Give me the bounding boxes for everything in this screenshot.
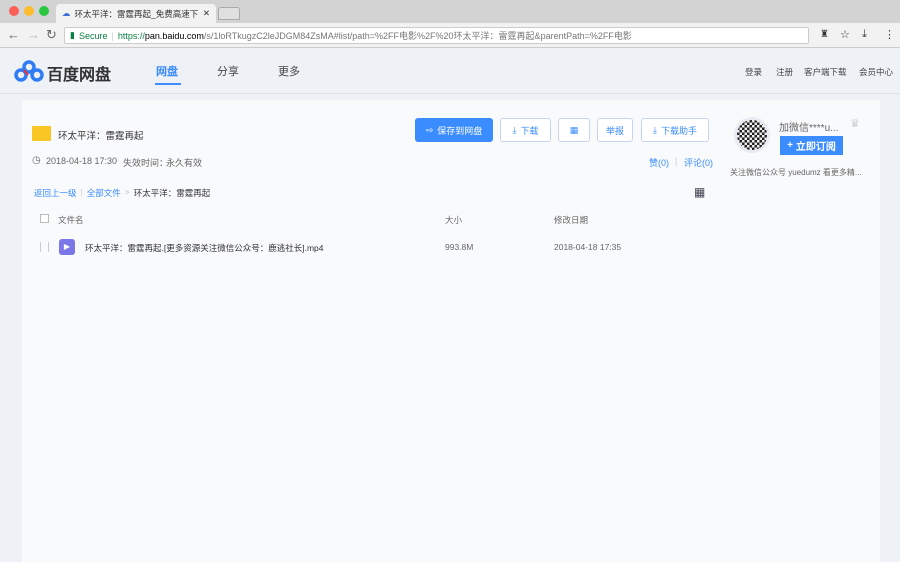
- secure-label: Secure: [79, 31, 108, 41]
- nav-more[interactable]: 更多: [278, 63, 300, 79]
- subscribe-button[interactable]: +立即订阅: [780, 136, 843, 155]
- tab-title: 环太平洋：雷霆再起_免费高速下: [75, 8, 199, 20]
- vip-center-link[interactable]: 会员中心: [859, 66, 893, 78]
- baidu-cloud-icon: ☁: [62, 8, 71, 19]
- login-link[interactable]: 登录: [745, 66, 762, 78]
- qrcode-button[interactable]: ▦: [558, 118, 590, 142]
- url-path: /s/1loRTkugzC2leJDGM84ZsMA#list/path=%2F…: [204, 29, 632, 42]
- new-tab-button[interactable]: [218, 7, 240, 20]
- nav-netdisk[interactable]: 网盘: [156, 63, 178, 79]
- column-header-name[interactable]: 文件名: [58, 214, 84, 226]
- download-icon[interactable]: ⤓: [862, 28, 867, 41]
- reload-icon[interactable]: ↻: [46, 27, 57, 43]
- report-button[interactable]: 举报: [597, 118, 633, 142]
- expire-label: 失效时间：: [123, 156, 168, 169]
- download-icon: ⤓: [513, 125, 517, 136]
- download-label: 下载: [520, 124, 538, 137]
- register-link[interactable]: 注册: [776, 66, 793, 78]
- clock-icon: ◷: [32, 155, 41, 166]
- browser-tab[interactable]: ☁ 环太平洋：雷霆再起_免费高速下 ✕: [56, 4, 216, 23]
- file-name[interactable]: 环太平洋：雷霆再起.[更多资源关注微信公众号：鹿逃社长].mp4: [85, 242, 323, 254]
- save-label: 保存到网盘: [437, 124, 482, 137]
- crown-icon: ♛: [850, 117, 860, 130]
- plus-icon: +: [787, 140, 793, 151]
- column-header-size[interactable]: 大小: [445, 214, 462, 226]
- baidu-logo-icon: [14, 60, 44, 82]
- minimize-window-button[interactable]: [24, 6, 34, 16]
- qrcode-icon: ▦: [570, 125, 579, 136]
- save-icon: ⇨: [426, 125, 434, 136]
- breadcrumb: 返回上一级 | 全部文件 > 环太平洋：雷霆再起: [34, 187, 210, 199]
- forward-icon[interactable]: →: [27, 27, 40, 42]
- video-file-icon: ▶: [59, 239, 75, 255]
- lock-icon: ▮: [70, 30, 75, 41]
- helper-label: 下载助手: [661, 124, 697, 137]
- column-header-date[interactable]: 修改日期: [554, 214, 588, 226]
- subscribe-label: 立即订阅: [796, 138, 836, 153]
- select-all-checkbox[interactable]: [40, 214, 49, 223]
- divider: |: [675, 156, 677, 166]
- file-size: 993.8M: [445, 242, 473, 252]
- menu-icon[interactable]: ⋮: [884, 28, 895, 41]
- table-row[interactable]: ▶ 环太平洋：雷霆再起.[更多资源关注微信公众号：鹿逃社长].mp4 993.8…: [30, 236, 710, 260]
- user-name: 加微信****u...: [779, 119, 838, 134]
- back-link[interactable]: 返回上一级: [34, 187, 77, 199]
- sidebar-description: 关注微信公众号 yuedumz 看更多精...: [730, 167, 862, 178]
- download-icon: ⤓: [653, 125, 657, 136]
- close-window-button[interactable]: [9, 6, 19, 16]
- all-files-link[interactable]: 全部文件: [87, 187, 121, 199]
- share-title: 环太平洋：雷霆再起: [58, 128, 144, 142]
- logo-text: 百度网盘: [47, 61, 111, 85]
- like-link[interactable]: 赞(0): [649, 156, 669, 169]
- nav-share[interactable]: 分享: [217, 63, 239, 79]
- qr-avatar: [734, 117, 770, 153]
- client-download-link[interactable]: 客户端下载: [804, 66, 847, 78]
- breadcrumb-separator: >: [125, 187, 130, 199]
- url-prefix: https://: [118, 31, 145, 41]
- extension-icon[interactable]: ♜: [820, 29, 829, 40]
- site-header: [0, 48, 900, 94]
- bookmark-star-icon[interactable]: ☆: [840, 28, 850, 41]
- row-checkbox[interactable]: [40, 242, 49, 252]
- url-host: pan.baidu.com: [145, 31, 204, 41]
- save-to-netdisk-button[interactable]: ⇨保存到网盘: [415, 118, 493, 142]
- folder-icon: [32, 126, 51, 141]
- grid-view-icon[interactable]: ▦: [694, 185, 705, 199]
- maximize-window-button[interactable]: [39, 6, 49, 16]
- download-button[interactable]: ⤓下载: [500, 118, 551, 142]
- report-label: 举报: [606, 124, 624, 137]
- share-date: 2018-04-18 17:30: [46, 156, 117, 166]
- comment-link[interactable]: 评论(0): [684, 156, 713, 169]
- expire-value: 永久有效: [166, 156, 202, 169]
- address-bar[interactable]: ▮ Secure | https://pan.baidu.com/s/1loRT…: [64, 27, 809, 44]
- close-tab-icon[interactable]: ✕: [203, 8, 210, 19]
- file-date: 2018-04-18 17:35: [554, 242, 621, 252]
- back-icon[interactable]: ←: [7, 27, 20, 42]
- active-nav-indicator: [155, 83, 181, 85]
- breadcrumb-current: 环太平洋：雷霆再起: [134, 187, 211, 199]
- download-helper-button[interactable]: ⤓ 下载助手: [641, 118, 709, 142]
